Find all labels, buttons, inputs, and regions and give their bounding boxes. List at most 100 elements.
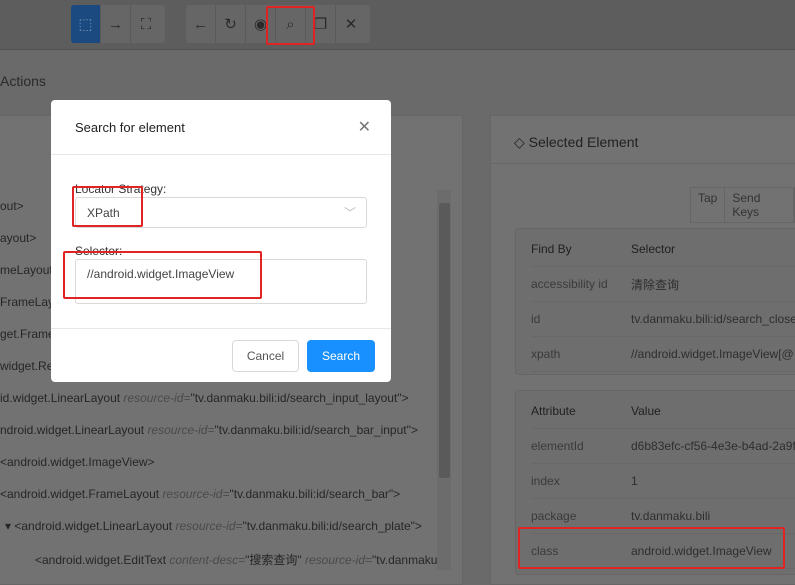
select-element-icon: ⬚ [78,16,93,33]
table-header: Find By Selector [531,232,795,267]
eye-icon: ◉ [253,16,268,33]
attributes-table: Attribute Value elementId d6b83efc-cf56-4e3… [515,390,795,575]
tree-node[interactable]: ndroid.widget.LinearLayout resource-id="… [0,423,418,437]
table-row[interactable]: xpath //android.widget.ImageView[@ [531,337,795,372]
tag-icon: ◇ [514,134,529,150]
table-cell: d6b83efc-cf56-4e3e-b4ad-2a9f [631,439,795,453]
scrollbar-thumb[interactable] [439,203,450,478]
attr-name: resource-id= [162,487,230,501]
find-by-table: Find By Selector accessibility id 清除查询 id tv.… [515,228,795,375]
table-cell: 1 [631,474,638,488]
send-keys-button[interactable]: Send Keys [725,188,794,222]
copy-xml-button[interactable]: ❐ [306,5,336,43]
tree-node[interactable]: get.Frame [0,327,55,341]
node-text: FrameLay [0,295,55,309]
locator-strategy-select[interactable]: XPath ﹀ [75,197,367,228]
node-text: ayout> [0,231,37,245]
back-button[interactable]: ← [186,5,216,43]
table-cell: elementId [531,439,584,453]
table-row[interactable]: id tv.danmaku.bili:id/search_close_ [531,302,795,337]
tree-node[interactable]: <android.widget.EditText content-desc="搜… [35,551,437,568]
tree-node[interactable]: FrameLay [0,295,54,309]
node-text: "搜索查询" [245,553,305,567]
attr-name: content-desc= [169,553,246,567]
refresh-button[interactable]: ↻ [216,5,246,43]
table-cell: 清除查询 [631,277,680,292]
panel-title: ◇ Selected Element [514,134,639,150]
table-row[interactable]: index 1 [531,464,795,499]
back-icon: ← [193,15,208,33]
table-cell: Value [631,404,661,418]
search-icon: ⌕ [286,15,295,33]
node-text: meLayout [0,263,53,277]
attr-name: resource-id= [147,423,215,437]
tap-button[interactable]: Tap [691,188,726,222]
table-row[interactable]: class android.widget.ImageView [531,534,795,569]
toggle-attributes-button[interactable]: ◉ [246,5,276,43]
swipe-button[interactable]: → [101,5,131,43]
search-element-button[interactable]: ⌕ [276,5,306,43]
node-text: get.Frame [0,327,55,341]
tree-node[interactable]: ayout> [0,231,36,245]
table-cell: Selector [631,242,676,256]
node-text: id.widget.LinearLayout [0,391,124,405]
actions-tab[interactable]: Actions [0,73,46,89]
node-text: ndroid.widget.LinearLayout [0,423,148,437]
table-row[interactable]: elementId d6b83efc-cf56-4e3e-b4ad-2a9f [531,429,795,464]
close-icon: ✕ [344,16,358,33]
table-cell: accessibility id [531,277,608,291]
select-value: XPath [87,206,120,220]
table-cell: id [531,312,541,326]
tree-node[interactable]: <android.widget.FrameLayout resource-id=… [0,487,400,501]
copy-icon: ❐ [313,16,328,33]
table-header: Attribute Value [531,394,795,429]
divider [490,163,795,164]
node-text: out> [0,199,24,213]
table-cell: class [531,544,559,558]
tree-node[interactable]: id.widget.LinearLayout resource-id="tv.d… [0,391,409,405]
table-row[interactable]: package tv.danmaku.bili [531,499,795,534]
search-button[interactable]: Search [307,340,375,372]
toolbar: ⬚ → ⛶ ← ↻ ◉ ⌕ ❐ ✕ [0,0,795,50]
node-text: widget.Rel [0,359,57,373]
tree-node[interactable]: widget.Rel [0,359,56,373]
table-cell: android.widget.ImageView [631,544,772,558]
table-cell: index [531,474,560,488]
search-modal: Search for element ✕ Locator Strategy: X… [51,100,391,382]
mode-group: ⬚ → ⛶ [71,5,165,43]
selector-label: Selector: [75,244,123,258]
select-element-button[interactable]: ⬚ [71,5,101,43]
table-cell: //android.widget.ImageView[@ [631,347,794,361]
tree-node[interactable]: ▾ <android.widget.LinearLayout resource-… [5,519,422,533]
node-text: <android.widget.EditText [35,553,170,567]
tree-node[interactable]: out> [0,199,24,213]
swipe-arrow-icon: → [108,15,123,33]
node-text: <android.widget.FrameLayout [0,487,163,501]
quit-session-button[interactable]: ✕ [336,5,366,43]
chevron-down-icon: ﹀ [343,206,356,220]
tap-coordinates-button[interactable]: ⛶ [131,5,161,43]
tree-node[interactable]: <android.widget.ImageView> [0,455,155,469]
attr-name: resource-id= [305,553,373,567]
node-text: "tv.danmaku.bili:id/search_input_layout"… [190,391,409,405]
close-icon[interactable]: ✕ [358,117,371,137]
selector-input[interactable]: //android.widget.ImageView [75,259,367,304]
node-text: "tv.danmaku.bili:id/search_plate"> [242,519,422,533]
node-text: "tv.danmaku.bili:id/search_bar_input"> [214,423,418,437]
refresh-icon: ↻ [224,16,237,33]
modal-title: Search for element [75,120,185,135]
element-actions: Tap Send Keys [690,187,795,223]
divider [51,154,391,155]
tap-coordinates-icon: ⛶ [140,15,152,33]
table-cell: tv.danmaku.bili [631,509,711,523]
cancel-button[interactable]: Cancel [232,340,299,372]
table-cell: Find By [531,242,572,256]
attr-name: resource-id= [175,519,243,533]
table-cell: Attribute [531,404,576,418]
table-cell: xpath [531,347,561,361]
table-cell: tv.danmaku.bili:id/search_close_ [631,312,795,326]
table-row[interactable]: accessibility id 清除查询 [531,267,795,302]
node-text: "tv.danmaku.bili:id/search_bar"> [229,487,401,501]
table-cell: package [531,509,577,523]
tree-node[interactable]: meLayout [0,263,53,277]
